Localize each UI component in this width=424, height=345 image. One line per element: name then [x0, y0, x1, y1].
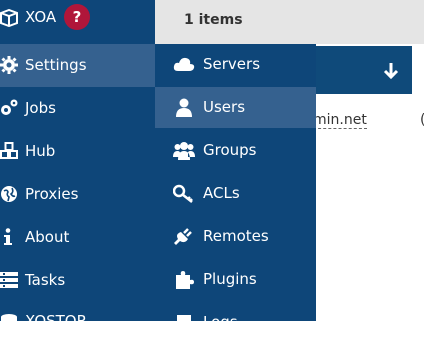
plug-icon [173, 227, 195, 247]
sidebar-item-about[interactable]: About [0, 216, 155, 259]
cubes-icon [0, 142, 18, 160]
gears-icon [0, 99, 18, 117]
puzzle-icon [173, 270, 195, 290]
info-icon [0, 228, 18, 246]
cloud-icon [173, 55, 195, 75]
sidebar-item-label: About [25, 228, 70, 246]
sidebar-item-label: Jobs [25, 99, 56, 117]
sidebar-item-hub[interactable]: Hub [0, 130, 155, 173]
submenu-item-label: Groups [203, 141, 257, 159]
sidebar-item-label: Tasks [25, 271, 66, 289]
gear-icon [0, 56, 18, 74]
submenu-item-plugins[interactable]: Plugins [155, 259, 316, 300]
sidebar-item-label: XOSTOR [25, 312, 88, 330]
globe-icon [0, 185, 18, 203]
sidebar-item-jobs[interactable]: Jobs [0, 87, 155, 130]
submenu-item-label: Remotes [203, 227, 269, 245]
submenu-item-label: ACLs [203, 184, 240, 202]
submenu-item-label: Logs [203, 313, 238, 331]
sidebar-item-label: Hub [25, 142, 56, 160]
sidebar-item-xostor[interactable]: XOSTOR [0, 302, 155, 345]
sidebar-item-proxies[interactable]: Proxies [0, 173, 155, 216]
sidebar-item-label: Settings [25, 56, 87, 74]
sidebar-item-settings[interactable]: Settings [0, 44, 155, 87]
submenu-item-acls[interactable]: ACLs [155, 173, 316, 214]
book-icon [173, 313, 195, 333]
submenu-item-label: Plugins [203, 270, 257, 288]
submenu-item-servers[interactable]: Servers [155, 44, 316, 85]
sidebar-item-label: Proxies [25, 185, 79, 203]
user-icon [173, 98, 195, 118]
table-cell: ( [420, 112, 424, 128]
sort-down-icon[interactable] [382, 61, 400, 81]
users-icon [173, 141, 195, 161]
sidebar: XOA ? Settings Jobs Hub Proxies About Ta… [0, 0, 155, 330]
submenu-item-groups[interactable]: Groups [155, 130, 316, 171]
submenu-item-remotes[interactable]: Remotes [155, 216, 316, 257]
help-badge[interactable]: ? [64, 4, 90, 30]
submenu-item-users[interactable]: Users [155, 87, 316, 128]
database-icon [0, 313, 18, 331]
submenu-item-label: Servers [203, 55, 261, 73]
key-icon [172, 184, 195, 204]
items-count: 1 items [184, 12, 243, 28]
submenu-item-label: Users [203, 98, 246, 116]
settings-submenu: Servers Users Groups ACLs Remotes Plugin… [155, 44, 316, 332]
sidebar-item-tasks[interactable]: Tasks [0, 259, 155, 302]
cube-icon [0, 8, 18, 28]
sidebar-item-label: XOA [25, 8, 57, 26]
submenu-item-logs[interactable]: Logs [155, 302, 316, 343]
tasks-icon [0, 271, 18, 289]
table-cell[interactable]: min.net [313, 112, 367, 129]
sidebar-item-xoa[interactable]: XOA ? [0, 0, 155, 36]
